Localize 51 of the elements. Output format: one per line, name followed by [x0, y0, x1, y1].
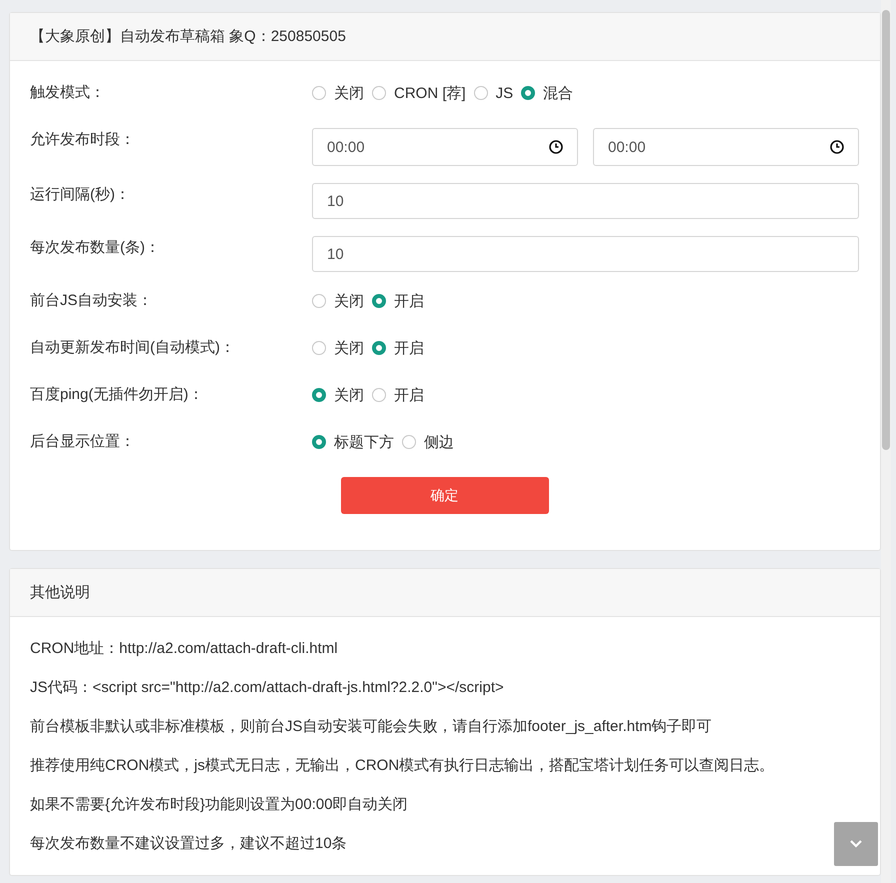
radio-button[interactable] — [312, 435, 326, 449]
field-label: 后台显示位置： — [30, 432, 136, 452]
radio-label[interactable]: 关闭 — [334, 338, 364, 358]
radio-label[interactable]: 混合 — [543, 84, 574, 102]
radio-button[interactable] — [521, 86, 536, 100]
input-field[interactable]: 10 — [312, 183, 859, 219]
scrollbar-thumb[interactable] — [882, 10, 890, 450]
field-label: 允许发布时段： — [30, 130, 136, 150]
radio-button[interactable] — [372, 294, 386, 308]
radio-label[interactable]: 标题下方 — [334, 432, 394, 452]
field-label: 前台JS自动安装： — [30, 291, 154, 311]
card-title: 【大象原创】自动发布草稿箱 象Q：250850505 — [10, 13, 880, 61]
radio-label[interactable]: 侧边 — [424, 432, 454, 452]
note-text: CRON地址：http://a2.com/attach-draft-cli.html — [30, 639, 338, 659]
radio-button[interactable] — [402, 435, 416, 449]
confirm-button[interactable]: 确定 — [340, 477, 548, 514]
radio-button[interactable] — [474, 86, 488, 100]
card-title: 其他说明 — [10, 569, 880, 617]
field-label: 运行间隔(秒)： — [30, 185, 131, 205]
radio-label[interactable]: 开启 — [394, 292, 424, 310]
radio-label[interactable]: 关闭 — [334, 386, 364, 404]
field-label: 百度ping(无插件勿开启)： — [30, 385, 204, 405]
radio-button[interactable] — [372, 388, 386, 402]
field-label: 触发模式： — [30, 83, 106, 103]
input-field[interactable]: 10 — [312, 236, 859, 272]
note-text: JS代码：<script src="http://a2.com/attach-draft-js.html?2.2.0"></script> — [30, 678, 504, 698]
radio-label[interactable]: 开启 — [394, 338, 424, 358]
radio-button[interactable] — [372, 86, 386, 100]
note-text: 每次发布数量不建议设置过多，建议不超过10条 — [30, 834, 347, 854]
radio-button[interactable] — [312, 86, 326, 100]
radio-label[interactable]: 开启 — [394, 386, 424, 404]
time-field[interactable]: 00:00 — [312, 128, 578, 166]
clock-icon — [549, 140, 563, 154]
time-field[interactable]: 00:00 — [593, 128, 859, 166]
chevron-down-icon — [849, 839, 863, 849]
note-text: 推荐使用纯CRON模式，js模式无日志，无输出，CRON模式有执行日志输出，搭配宝塔计划任务可以查阅日志。 — [30, 756, 774, 776]
radio-button[interactable] — [312, 294, 326, 308]
radio-label[interactable]: JS — [496, 84, 514, 102]
note-text: 如果不需要{允许发布时段}功能则设置为00:00即自动关闭 — [30, 795, 408, 815]
radio-button[interactable] — [312, 388, 326, 402]
radio-label[interactable]: CRON [荐] — [394, 84, 466, 102]
field-label: 自动更新发布时间(自动模式)： — [30, 338, 236, 358]
note-text: 前台模板非默认或非标准模板，则前台JS自动安装可能会失败，请自行添加footer_js_after.htm钩子即可 — [30, 717, 712, 737]
scroll-button[interactable] — [834, 822, 878, 866]
scrollbar[interactable] — [881, 0, 891, 883]
radio-button[interactable] — [312, 341, 326, 355]
radio-button[interactable] — [372, 341, 386, 355]
clock-icon — [830, 140, 844, 154]
field-label: 每次发布数量(条)： — [30, 238, 161, 258]
radio-label[interactable]: 关闭 — [334, 292, 364, 310]
radio-label[interactable]: 关闭 — [334, 84, 364, 102]
